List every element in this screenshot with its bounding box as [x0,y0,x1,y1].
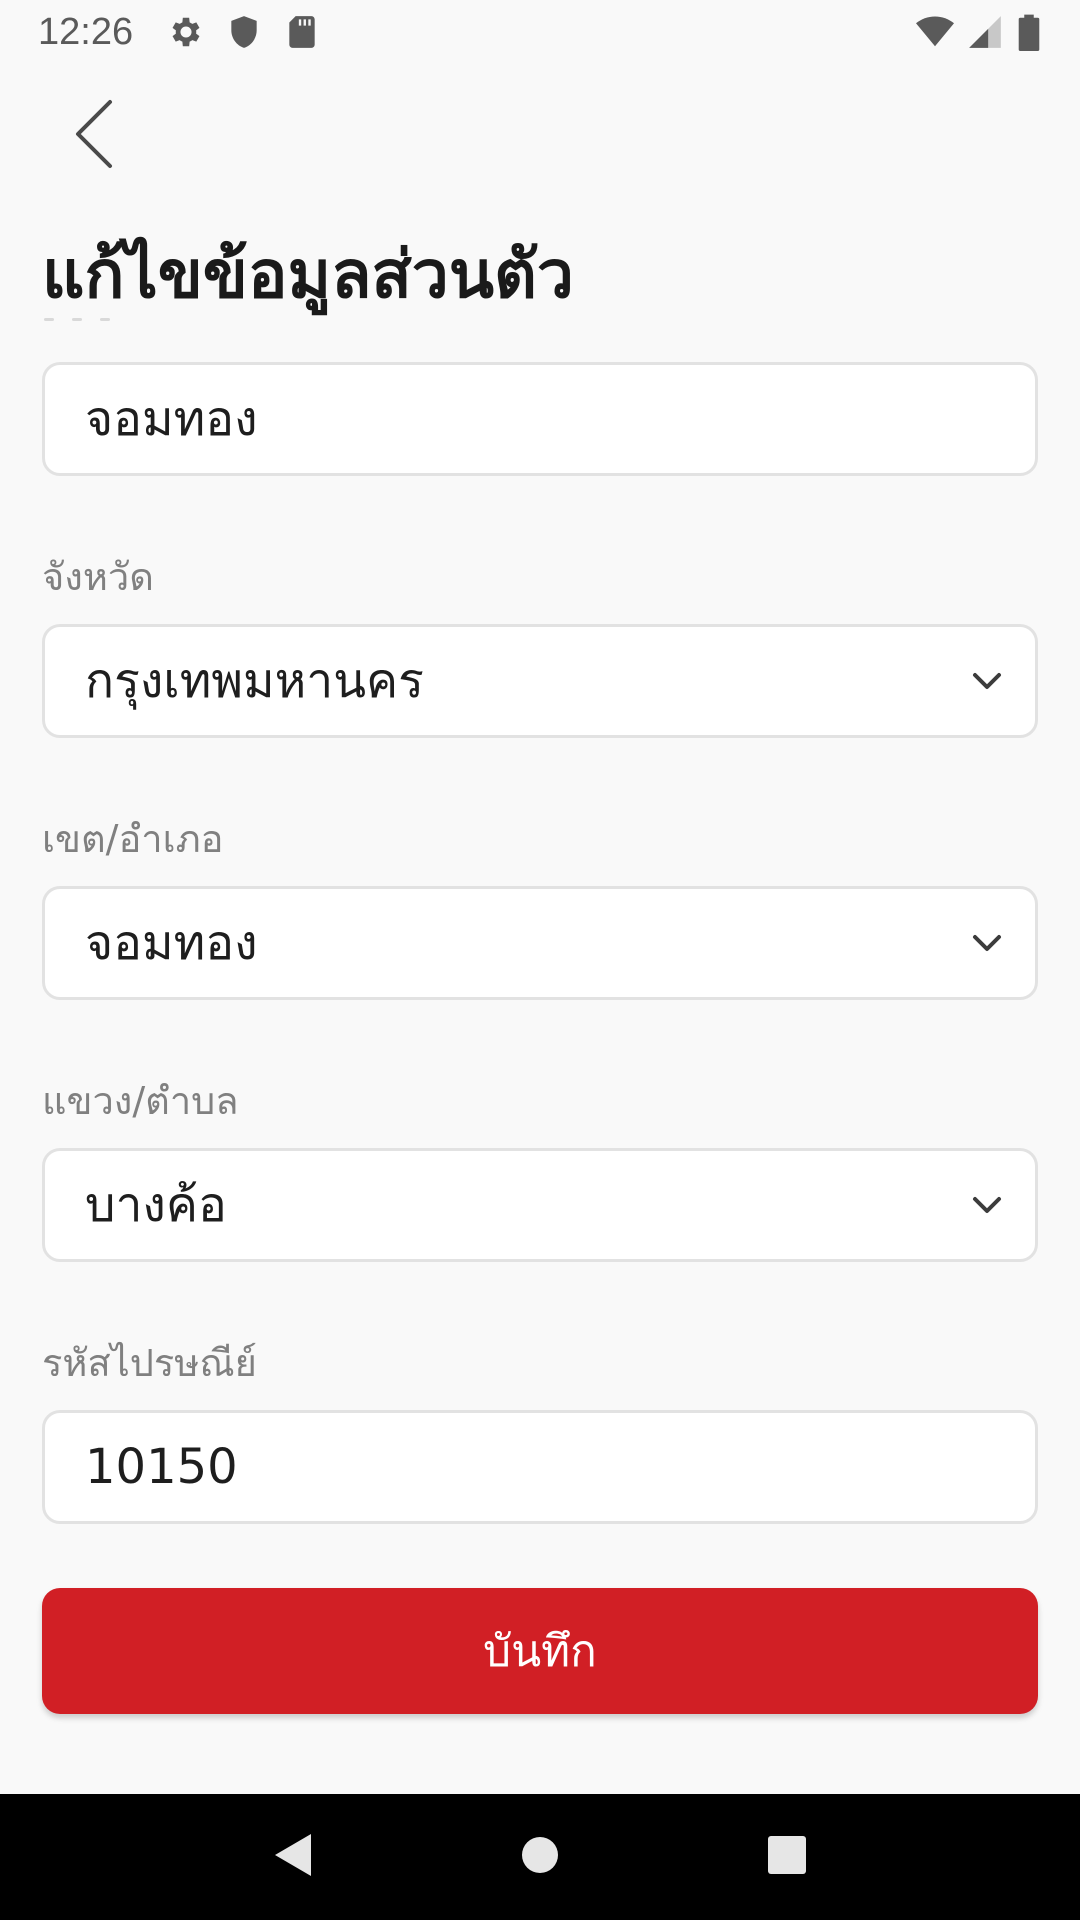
save-button-label: บันทึก [483,1626,597,1677]
nav-recents-button[interactable] [747,1817,827,1897]
chevron-down-icon [969,663,1005,699]
province-label: จังหวัด [42,555,154,599]
status-bar: 12:26 [0,0,1080,64]
postal-code-value: 10150 [85,1439,238,1495]
save-button[interactable]: บันทึก [42,1588,1038,1714]
home-circle-icon [520,1835,560,1879]
shield-icon [225,13,263,51]
chevron-down-icon [969,925,1005,961]
top-field-value: จอมทอง [85,391,258,447]
nav-back-button[interactable] [253,1817,333,1897]
recents-square-icon [767,1835,807,1879]
status-right-group [916,13,1042,51]
district-select[interactable]: จอมทอง [42,886,1038,1000]
top-text-field[interactable]: จอมทอง [42,362,1038,476]
subdistrict-label: แขวง/ตำบล [42,1079,239,1123]
nav-home-button[interactable] [500,1817,580,1897]
edit-profile-screen: 12:26 แก้ไขข้อมูลส่วนตัว จอมทอง จังหวัด … [0,0,1080,1920]
subdistrict-select[interactable]: บางค้อ [42,1148,1038,1262]
postal-code-label: รหัสไปรษณีย์ [42,1341,257,1385]
province-value: กรุงเทพมหานคร [85,653,424,709]
page-title: แก้ไขข้อมูลส่วนตัว [42,236,574,313]
back-triangle-icon [273,1832,313,1882]
system-nav-bar [0,1794,1080,1920]
gear-icon [167,13,205,51]
chevron-left-icon [72,98,116,174]
wifi-icon [916,13,954,51]
status-time: 12:26 [38,10,134,53]
signal-icon [966,13,1004,51]
battery-icon [1016,13,1042,51]
scroll-fade-divider [44,318,114,322]
district-label: เขต/อำเภอ [42,817,224,861]
postal-code-field[interactable]: 10150 [42,1410,1038,1524]
district-value: จอมทอง [85,915,258,971]
province-select[interactable]: กรุงเทพมหานคร [42,624,1038,738]
subdistrict-value: บางค้อ [85,1177,227,1233]
chevron-down-icon [969,1187,1005,1223]
sd-card-icon [283,13,321,51]
back-button[interactable] [64,96,124,176]
